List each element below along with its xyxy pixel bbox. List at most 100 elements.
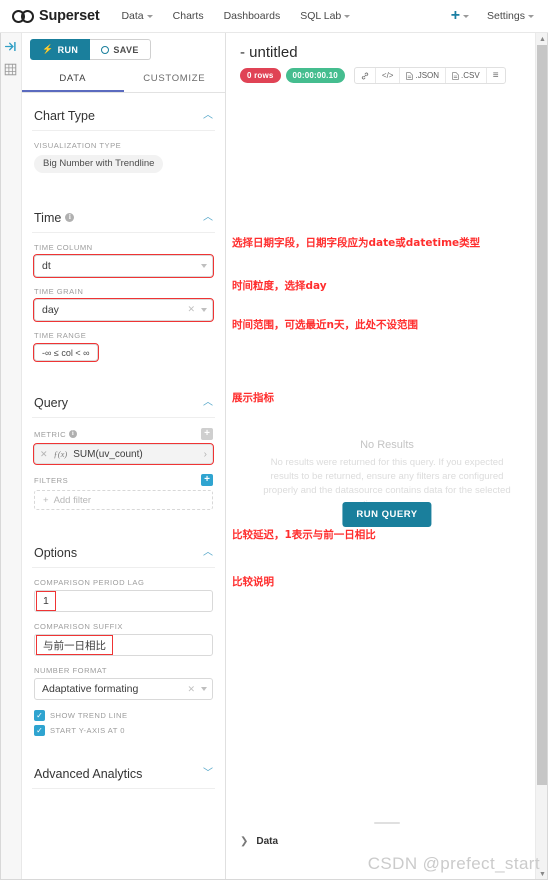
section-options-label: Options [34, 546, 78, 560]
tab-customize-label: CUSTOMIZE [143, 73, 206, 84]
section-options[interactable]: Options ︿ [32, 530, 215, 568]
panel-tabs: DATA CUSTOMIZE [22, 66, 225, 93]
nav-item-dashboards-label: Dashboards [223, 10, 281, 22]
time-column-value: dt [42, 259, 51, 272]
number-format-label: NUMBER FORMAT [34, 666, 108, 675]
link-icon[interactable] [355, 68, 376, 83]
annotation-comparison-lag: 比较延迟，1表示与前一日相比 [232, 529, 376, 541]
scroll-up-arrow[interactable]: ▲ [536, 33, 548, 45]
top-navbar: Superset Data Charts Dashboards SQL Lab … [0, 0, 548, 33]
chevron-up-icon: ︿ [203, 110, 213, 121]
more-menu-button[interactable]: ≡ [487, 68, 505, 83]
nav-item-dashboards[interactable]: Dashboards [224, 10, 281, 22]
field-time-grain: TIME GRAIN day ✕ [32, 277, 215, 322]
data-collapse-toggle[interactable]: ❯ Data [240, 836, 278, 847]
nav-item-sql-lab-label: SQL Lab [300, 10, 342, 22]
add-filter-dropzone[interactable]: + Add filter [34, 490, 213, 510]
checkbox-show-trend-line[interactable]: ✓ SHOW TREND LINE [32, 706, 215, 721]
chevron-up-icon: ︿ [203, 547, 213, 558]
nav-item-sql-lab[interactable]: SQL Lab [300, 10, 351, 22]
comparison-period-lag-label: COMPARISON PERIOD LAG [34, 578, 145, 587]
section-query[interactable]: Query ︿ [32, 380, 215, 418]
time-grain-select[interactable]: day ✕ [33, 297, 214, 322]
comparison-suffix-input-wrap[interactable]: 与前一日相比 [34, 634, 213, 656]
time-grain-label: TIME GRAIN [34, 286, 84, 296]
tab-customize[interactable]: CUSTOMIZE [124, 66, 226, 92]
info-icon[interactable]: i [69, 430, 78, 438]
row-count-badge: 0 rows [240, 68, 281, 83]
field-time-column: TIME COLUMN dt [32, 233, 215, 278]
resize-handle[interactable] [374, 822, 400, 824]
watermark: CSDN @prefect_start [367, 854, 540, 873]
section-advanced-analytics-label: Advanced Analytics [34, 767, 143, 781]
add-metric-button[interactable]: + [201, 428, 213, 440]
table-grid-icon[interactable] [4, 63, 17, 76]
time-range-button[interactable]: -∞ ≤ col < ∞ [33, 343, 99, 362]
section-time[interactable]: Time i ︿ [32, 195, 215, 233]
chevron-down-icon [201, 263, 207, 268]
chevron-right-icon: › [203, 448, 207, 460]
chevron-up-icon: ︿ [203, 397, 213, 408]
section-advanced-analytics[interactable]: Advanced Analytics ﹀ [32, 751, 215, 789]
annotation-metric: 展示指标 [232, 392, 274, 404]
file-icon [452, 71, 459, 80]
save-button[interactable]: SAVE [90, 39, 151, 60]
chart-toolbar: </> .JSON .CSV ≡ [353, 67, 506, 84]
settings-menu[interactable]: Settings [487, 10, 534, 22]
csv-download-label: .CSV [461, 71, 480, 80]
show-trend-line-label: SHOW TREND LINE [50, 711, 128, 720]
json-download-button[interactable]: .JSON [400, 68, 447, 83]
page-body: ⚡ RUN SAVE DATA CUSTOMIZE Chart Type ︿ V… [0, 33, 548, 880]
lightning-bolt-icon: ⚡ [42, 44, 54, 54]
chevron-down-icon [463, 14, 470, 18]
data-collapse-label: Data [256, 836, 279, 847]
number-format-value: Adaptative formating [42, 683, 139, 695]
clear-icon[interactable]: ✕ [187, 684, 195, 695]
new-item-menu[interactable]: + [451, 8, 470, 24]
clear-icon[interactable]: ✕ [187, 304, 195, 315]
chevron-down-icon [146, 14, 153, 18]
run-query-button[interactable]: RUN QUERY [342, 502, 432, 527]
number-format-select[interactable]: Adaptative formating ✕ [34, 678, 213, 700]
nav-item-charts-label: Charts [172, 10, 204, 22]
visualization-type-label: VISUALIZATION TYPE [34, 141, 122, 150]
time-range-label: TIME RANGE [34, 330, 87, 340]
json-download-label: .JSON [415, 71, 440, 80]
chart-viewport: No Results No results were returned for … [226, 84, 548, 880]
chart-title[interactable]: - untitled [240, 44, 548, 61]
annotation-comparison-suffix: 比较说明 [232, 576, 274, 588]
chevron-down-icon [344, 14, 351, 18]
section-time-text: Time [34, 210, 62, 225]
nav-item-charts[interactable]: Charts [173, 10, 204, 22]
left-icon-rail [0, 33, 22, 880]
time-column-select[interactable]: dt [33, 253, 214, 278]
vertical-scrollbar[interactable]: ▲ ▼ [535, 33, 548, 880]
brand-logo-link[interactable]: Superset [12, 8, 100, 24]
code-icon[interactable]: </> [376, 68, 401, 83]
section-query-label: Query [34, 396, 69, 410]
nav-links: Data Charts Dashboards SQL Lab [121, 10, 351, 22]
comparison-period-lag-input-wrap[interactable]: 1 [34, 590, 213, 612]
collapse-panel-icon[interactable] [4, 40, 17, 53]
run-button[interactable]: ⚡ RUN [30, 39, 91, 60]
checkbox-start-y-axis-at-zero[interactable]: ✓ START Y-AXIS AT 0 [32, 721, 215, 736]
brand-title: Superset [39, 8, 100, 24]
annotation-time-column: 选择日期字段，日期字段应为date或datetime类型 [232, 237, 481, 249]
nav-item-data[interactable]: Data [121, 10, 153, 22]
csv-download-button[interactable]: .CSV [446, 68, 487, 83]
scrollbar-thumb[interactable] [537, 45, 548, 785]
tab-data[interactable]: DATA [22, 66, 124, 92]
chart-header: - untitled 0 rows 00:00:00.10 </> .JSON … [226, 33, 548, 84]
no-results-title: No Results [360, 439, 414, 451]
query-timer-badge: 00:00:00.10 [285, 68, 345, 83]
annotation-time-grain: 时间粒度，选择day [232, 280, 327, 292]
save-circle-icon [101, 45, 110, 54]
info-icon[interactable]: i [65, 213, 75, 222]
metric-chip[interactable]: ✕ ƒ(x) SUM(uv_count) › [33, 443, 214, 465]
section-chart-type[interactable]: Chart Type ︿ [32, 93, 215, 131]
remove-metric-icon[interactable]: ✕ [40, 449, 48, 460]
visualization-type-pill[interactable]: Big Number with Trendline [34, 154, 164, 173]
add-filter-button[interactable]: + [201, 474, 213, 486]
time-column-label: TIME COLUMN [34, 242, 93, 252]
comparison-suffix-value: 与前一日相比 [36, 635, 113, 655]
